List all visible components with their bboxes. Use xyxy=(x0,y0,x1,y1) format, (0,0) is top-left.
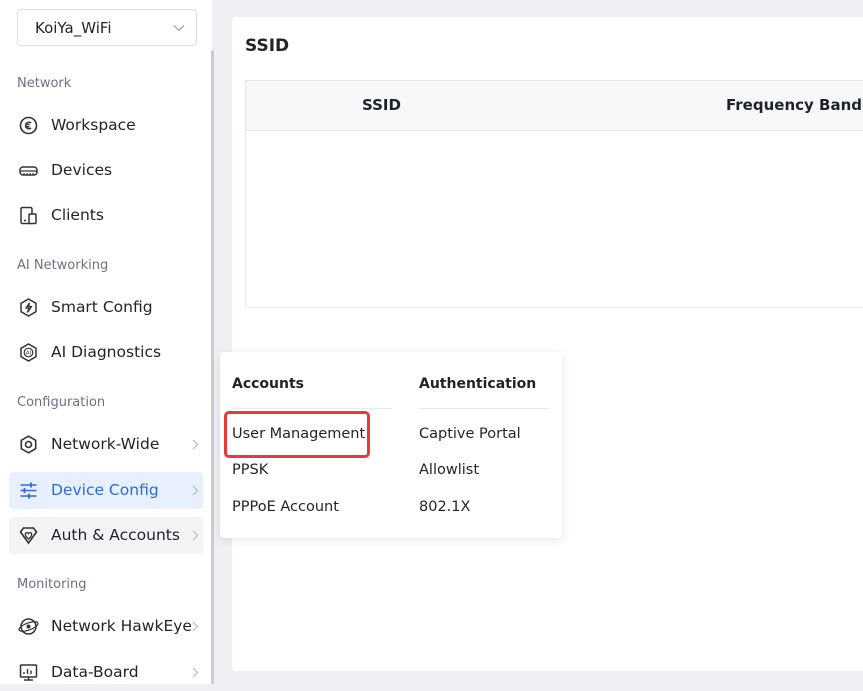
sidebar-item-label: Auth & Accounts xyxy=(51,526,180,544)
sidebar-scrollbar[interactable] xyxy=(211,50,214,684)
sidebar-item-network-wide[interactable]: Network-Wide xyxy=(9,426,203,463)
highlight-box-user-management xyxy=(224,411,370,458)
client-device-icon xyxy=(20,206,37,225)
ssid-card: SSID SSID Frequency Band xyxy=(232,17,863,671)
sidebar-item-label: Workspace xyxy=(51,116,136,134)
section-label-monitoring: Monitoring xyxy=(17,577,87,592)
sidebar-item-auth-accounts[interactable]: Auth & Accounts xyxy=(9,517,203,554)
submenu-heading-accounts: Accounts xyxy=(232,376,305,392)
chevron-right-icon xyxy=(192,485,199,496)
workspace-icon xyxy=(19,116,38,135)
submenu-item-8021x[interactable]: 802.1X xyxy=(419,499,470,515)
submenu-item-ppsk[interactable]: PPSK xyxy=(232,462,268,478)
sidebar-item-smart-config[interactable]: Smart Config xyxy=(9,289,203,326)
site-selector-value: KoiYa_WiFi xyxy=(35,18,112,37)
chevron-right-icon xyxy=(192,621,199,632)
sidebar-item-label: AI Diagnostics xyxy=(51,343,162,361)
sidebar-item-device-config[interactable]: Device Config xyxy=(9,472,203,509)
submenu-item-pppoe-account[interactable]: PPPoE Account xyxy=(232,499,339,515)
data-board-icon xyxy=(19,664,38,681)
section-label-network: Network xyxy=(17,76,72,91)
sidebar-item-network-hawkeye[interactable]: Network HawkEye xyxy=(9,608,203,645)
divider xyxy=(232,408,392,409)
sidebar-item-ai-diagnostics[interactable]: AI AI Diagnostics xyxy=(9,334,203,371)
sidebar-item-label: Network HawkEye xyxy=(51,617,192,635)
chevron-right-icon xyxy=(192,667,199,678)
ssid-table: SSID Frequency Band xyxy=(245,80,863,308)
sidebar: KoiYa_WiFi Network Workspace Devices Cli… xyxy=(0,0,212,684)
sidebar-item-workspace[interactable]: Workspace xyxy=(9,107,203,144)
section-label-ai-networking: AI Networking xyxy=(17,258,109,273)
chevron-right-icon xyxy=(192,439,199,450)
chevron-right-icon xyxy=(192,530,199,541)
sidebar-item-label: Data-Board xyxy=(51,663,139,681)
submenu-heading-authentication: Authentication xyxy=(419,376,537,392)
sidebar-item-clients[interactable]: Clients xyxy=(9,197,203,234)
sidebar-item-label: Network-Wide xyxy=(51,435,160,453)
chevron-down-icon xyxy=(173,25,185,32)
hawkeye-icon xyxy=(18,618,39,635)
sidebar-item-label: Clients xyxy=(51,206,104,224)
section-label-configuration: Configuration xyxy=(17,395,106,410)
ai-diagnostics-icon: AI xyxy=(20,343,37,362)
sidebar-item-label: Device Config xyxy=(51,481,159,499)
sidebar-item-devices[interactable]: Devices xyxy=(9,152,203,189)
sidebar-item-label: Devices xyxy=(51,161,113,179)
sliders-icon xyxy=(20,482,37,499)
smart-config-icon xyxy=(20,298,37,317)
page-title: SSID xyxy=(245,36,290,56)
shield-heart-icon xyxy=(19,527,38,545)
router-icon xyxy=(19,166,38,176)
submenu-item-captive-portal[interactable]: Captive Portal xyxy=(419,426,521,442)
submenu-item-allowlist[interactable]: Allowlist xyxy=(419,462,479,478)
sidebar-item-data-board[interactable]: Data-Board xyxy=(9,654,203,691)
svg-text:AI: AI xyxy=(26,351,32,357)
column-header-frequency-band[interactable]: Frequency Band xyxy=(726,96,862,114)
sidebar-item-label: Smart Config xyxy=(51,298,153,316)
divider xyxy=(419,408,549,409)
site-selector[interactable]: KoiYa_WiFi xyxy=(17,9,197,46)
gear-icon xyxy=(20,435,37,454)
column-header-ssid[interactable]: SSID xyxy=(362,96,401,114)
table-header: SSID Frequency Band xyxy=(246,81,863,131)
